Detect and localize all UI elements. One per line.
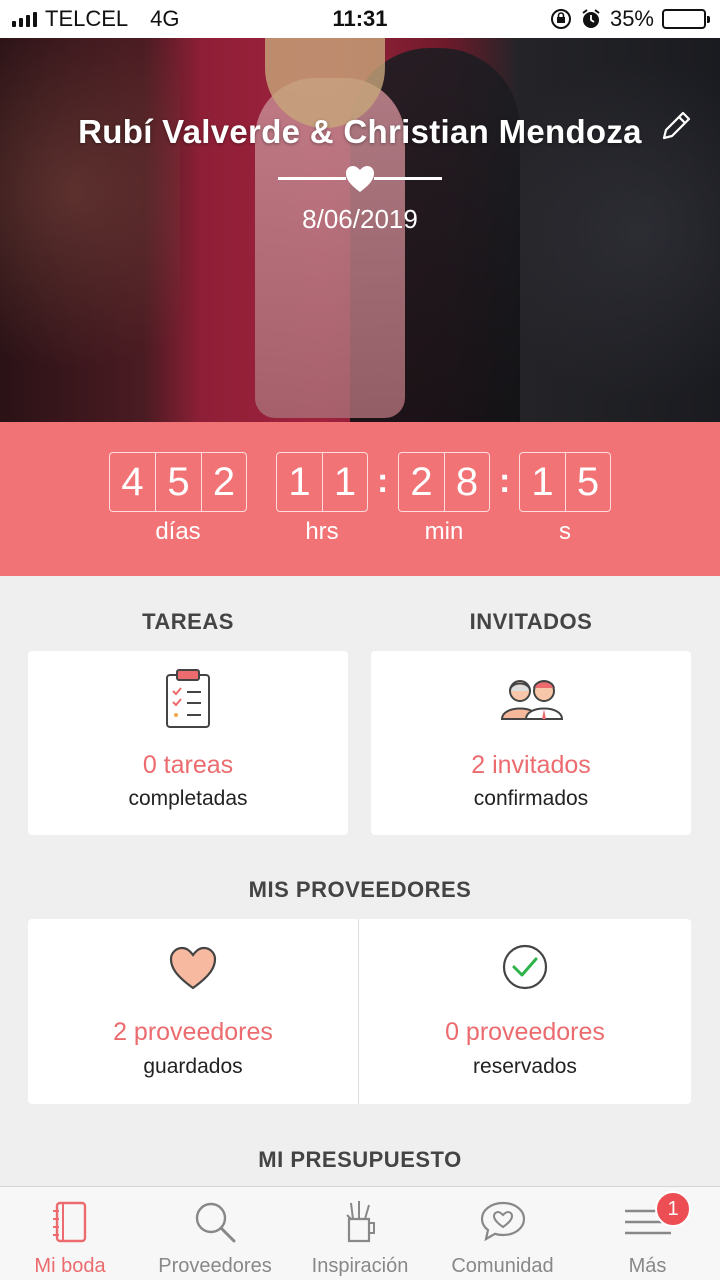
couple-hero: Rubí Valverde & Christian Mendoza 8/06/2… — [0, 38, 720, 422]
alarm-icon — [582, 9, 600, 28]
guests-title: INVITADOS — [469, 609, 593, 634]
search-icon — [195, 1202, 236, 1243]
rotation-lock-icon — [550, 9, 571, 29]
countdown-label-days: días — [155, 518, 201, 545]
status-right: 35% — [550, 6, 710, 32]
budget-title: MI PRESUPUESTO — [258, 1147, 462, 1172]
tab-label: Mi boda — [34, 1255, 106, 1277]
guests-sub: confirmados — [473, 787, 589, 810]
countdown-label-seconds: s — [559, 518, 571, 545]
booked-vendors[interactable]: 0 proveedores reservados — [359, 919, 691, 1104]
booked-vendors-sub: reservados — [473, 1055, 577, 1078]
countdown-seconds: 1 5 — [519, 452, 611, 512]
notification-badge: 1 — [655, 1191, 691, 1227]
tab-proveedores[interactable]: Proveedores — [140, 1187, 290, 1280]
countdown-days: 4 5 2 — [109, 452, 247, 512]
countdown-hours: 1 1 — [276, 452, 368, 512]
countdown-label-minutes: min — [424, 518, 464, 545]
countdown-banner: 4 5 2 1 1 : 2 8 : 1 5 días hrs min s — [0, 422, 720, 576]
heart-icon — [346, 166, 374, 192]
check-circle-icon — [502, 944, 548, 990]
booked-vendors-count: 0 proveedores — [445, 1018, 605, 1046]
tasks-count: 0 tareas — [142, 751, 234, 779]
countdown-digit: 8 — [444, 452, 490, 512]
edit-pencil-icon[interactable] — [658, 108, 694, 144]
guests-count: 2 invitados — [471, 751, 591, 779]
vendors-title: MIS PROVEEDORES — [248, 877, 472, 902]
countdown-digit: 1 — [519, 452, 565, 512]
saved-vendors-count: 2 proveedores — [113, 1018, 273, 1046]
vendors-card: 2 proveedores guardados 0 proveedores re… — [28, 919, 691, 1104]
wedding-date: 8/06/2019 — [302, 204, 418, 234]
countdown-digit: 2 — [201, 452, 247, 512]
countdown-digit: 5 — [155, 452, 201, 512]
countdown-digit: 1 — [322, 452, 368, 512]
battery-percent: 35% — [609, 6, 654, 31]
heart-divider — [278, 164, 442, 194]
tasks-card[interactable]: 0 tareas completadas — [28, 651, 348, 835]
tab-comunidad[interactable]: Comunidad — [430, 1187, 575, 1280]
tab-mas[interactable]: 1 Más — [575, 1187, 720, 1280]
saved-vendors[interactable]: 2 proveedores guardados — [28, 919, 358, 1104]
countdown-label-hours: hrs — [305, 518, 339, 545]
status-bar: TELCEL 4G 11:31 35% — [0, 0, 720, 38]
checklist-icon — [166, 669, 210, 728]
tab-label: Inspiración — [311, 1255, 409, 1277]
tasks-sub: completadas — [128, 787, 248, 810]
bottom-tab-bar: Mi boda Proveedores Inspiración Comunida… — [0, 1186, 720, 1280]
battery-icon — [662, 9, 710, 29]
countdown-digit: 1 — [276, 452, 322, 512]
tab-label: Proveedores — [158, 1255, 272, 1277]
heart-outline-icon — [169, 946, 217, 990]
heart-chat-icon — [480, 1201, 525, 1242]
tab-inspiracion[interactable]: Inspiración — [290, 1187, 430, 1280]
saved-vendors-sub: guardados — [143, 1055, 243, 1078]
notebook-icon — [53, 1201, 87, 1243]
pencil-cup-icon — [346, 1201, 375, 1243]
guests-icon — [500, 680, 564, 720]
countdown-separator: : — [377, 462, 389, 500]
countdown-digit: 5 — [565, 452, 611, 512]
countdown-minutes: 2 8 — [398, 452, 490, 512]
guests-card[interactable]: 2 invitados confirmados — [371, 651, 691, 835]
tab-label: Comunidad — [451, 1255, 554, 1277]
countdown-separator: : — [499, 462, 511, 500]
countdown-digit: 2 — [398, 452, 444, 512]
countdown-digit: 4 — [109, 452, 155, 512]
couple-names: Rubí Valverde & Christian Mendoza — [78, 113, 642, 150]
tasks-title: TAREAS — [142, 609, 234, 634]
tab-mi-boda[interactable]: Mi boda — [0, 1187, 140, 1280]
tab-label: Más — [628, 1255, 667, 1277]
